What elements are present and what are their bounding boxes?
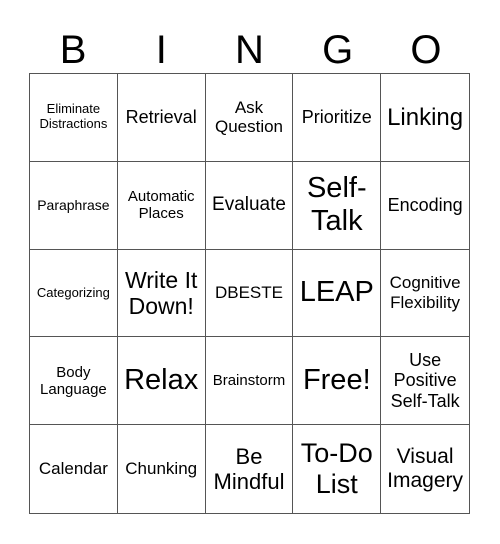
bingo-cell[interactable]: To-Do List xyxy=(293,425,382,513)
bingo-cell[interactable]: Visual Imagery xyxy=(381,425,469,513)
bingo-cell[interactable]: Evaluate xyxy=(205,161,294,250)
cell-label: Eliminate Distractions xyxy=(39,101,108,132)
cell-label: Paraphrase xyxy=(37,197,110,214)
bingo-cell[interactable]: Brainstorm xyxy=(205,337,294,426)
cell-label: Be Mindful xyxy=(213,443,285,495)
cell-label: Chunking xyxy=(125,459,198,479)
header-letter-b: B xyxy=(59,28,87,72)
bingo-cell[interactable]: Calendar xyxy=(30,425,118,513)
cell-label: Categorizing xyxy=(36,284,110,300)
header-letter-n: N xyxy=(235,28,264,72)
cell-label: DBESTE xyxy=(214,283,283,303)
bingo-cell[interactable]: Encoding xyxy=(381,162,469,250)
bingo-cell[interactable]: Categorizing xyxy=(30,249,118,338)
cell-label: Free! xyxy=(302,364,371,397)
cell-label: Cognitive Flexibility xyxy=(389,273,461,312)
header-letter-g: G xyxy=(322,28,354,72)
cell-label: Evaluate xyxy=(212,194,286,216)
bingo-cell[interactable]: Paraphrase xyxy=(30,161,118,250)
cell-label: Write It Down! xyxy=(124,266,198,319)
cell-label: LEAP xyxy=(299,276,374,309)
cell-label: Retrieval xyxy=(125,107,197,128)
bingo-cell[interactable]: Cognitive Flexibility xyxy=(381,250,469,338)
bingo-cell[interactable]: Use Positive Self-Talk xyxy=(381,337,469,426)
header-letter-o: O xyxy=(410,28,442,72)
cell-label: Brainstorm xyxy=(212,372,286,390)
bingo-cell[interactable]: Linking xyxy=(381,74,469,162)
bingo-cell[interactable]: Eliminate Distractions xyxy=(30,74,118,162)
cell-label: Calendar xyxy=(38,459,108,479)
cell-label: Automatic Places xyxy=(127,187,195,223)
bingo-cell[interactable]: Prioritize xyxy=(293,74,382,162)
bingo-header: B I N G O xyxy=(29,28,470,73)
cell-label: Visual Imagery xyxy=(387,444,464,493)
cell-label: Encoding xyxy=(387,194,463,215)
cell-label: Ask Question xyxy=(214,97,284,137)
bingo-cell[interactable]: Body Language xyxy=(30,337,118,426)
bingo-cell[interactable]: Automatic Places xyxy=(117,161,206,250)
bingo-cell[interactable]: Self-Talk xyxy=(293,161,382,250)
cell-label: Prioritize xyxy=(301,107,372,128)
bingo-cell[interactable]: Write It Down! xyxy=(117,249,206,338)
cell-label: Use Positive Self-Talk xyxy=(390,349,460,412)
bingo-cell[interactable]: DBESTE xyxy=(205,249,294,338)
cell-label: To-Do List xyxy=(300,438,373,500)
bingo-cell-free-space[interactable]: Free! xyxy=(293,337,382,426)
cell-label: Self-Talk xyxy=(306,171,367,238)
bingo-cell[interactable]: Chunking xyxy=(118,425,206,513)
bingo-cell[interactable]: Ask Question xyxy=(205,74,294,162)
bingo-cell[interactable]: Retrieval xyxy=(117,74,206,162)
bingo-board: Eliminate Distractions Retrieval Ask Que… xyxy=(29,73,470,514)
cell-label: Relax xyxy=(124,364,199,397)
bingo-cell[interactable]: LEAP xyxy=(293,249,382,338)
header-letter-i: I xyxy=(155,28,167,72)
bingo-cell[interactable]: Be Mindful xyxy=(206,425,294,513)
cell-label: Body Language xyxy=(40,363,107,398)
bingo-cell[interactable]: Relax xyxy=(117,337,206,426)
cell-label: Linking xyxy=(387,103,464,131)
